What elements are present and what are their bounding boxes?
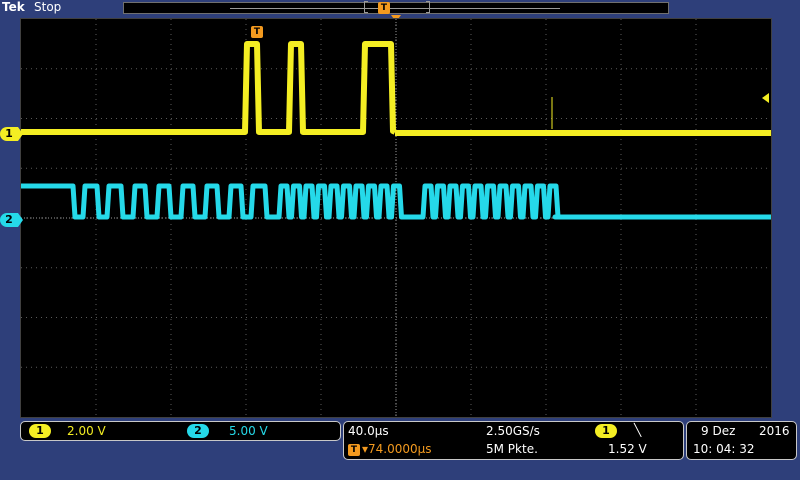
ch2-badge[interactable]: 2 — [187, 424, 209, 438]
top-status-bar: Tek Stop T — [0, 0, 800, 22]
trigger-position-icon: T — [348, 444, 360, 456]
ch1-scale[interactable]: 2.00 V — [67, 424, 106, 438]
ch2-scale[interactable]: 5.00 V — [229, 424, 268, 438]
brand-logo: Tek — [2, 0, 25, 14]
clock-time: 10: 04: 32 — [693, 442, 755, 456]
trigger-slope-icon[interactable]: ╲ — [634, 423, 641, 437]
trigger-source-badge[interactable]: 1 — [595, 424, 617, 438]
ch2-ground-marker[interactable]: 2 — [0, 213, 23, 227]
record-length[interactable]: 5M Pkte. — [486, 442, 538, 456]
date-time-panel: 9 Dez 2016 10: 04: 32 — [686, 421, 797, 460]
trigger-position-value[interactable]: ▾74.0000µs — [362, 442, 432, 456]
record-view-bracket-right — [426, 1, 430, 13]
trigger-level-arrow-icon[interactable] — [762, 93, 769, 103]
ch1-trace — [21, 41, 397, 135]
acquisition-status: Stop — [34, 0, 62, 14]
waveform-graticule — [21, 19, 771, 417]
ch1-ground-marker[interactable]: 1 — [0, 127, 23, 141]
record-overview-line — [230, 8, 560, 9]
date-day-month: 9 Dez — [701, 424, 736, 438]
date-year: 2016 — [759, 424, 790, 438]
sample-rate: 2.50GS/s — [486, 424, 540, 438]
record-trigger-icon: T — [378, 2, 390, 14]
vertical-settings-panel: 1 2.00 V 2 5.00 V — [20, 421, 341, 441]
trigger-level[interactable]: 1.52 V — [608, 442, 647, 456]
horizontal-trigger-panel: 40.0µs 2.50GS/s 1 ╲ T ▾74.0000µs 5M Pkte… — [343, 421, 684, 460]
waveform-display[interactable]: T — [20, 18, 772, 418]
ch1-badge[interactable]: 1 — [29, 424, 51, 438]
horizontal-scale[interactable]: 40.0µs — [348, 424, 389, 438]
trigger-point-icon: T — [251, 26, 263, 38]
record-view-bracket-left — [364, 1, 368, 13]
